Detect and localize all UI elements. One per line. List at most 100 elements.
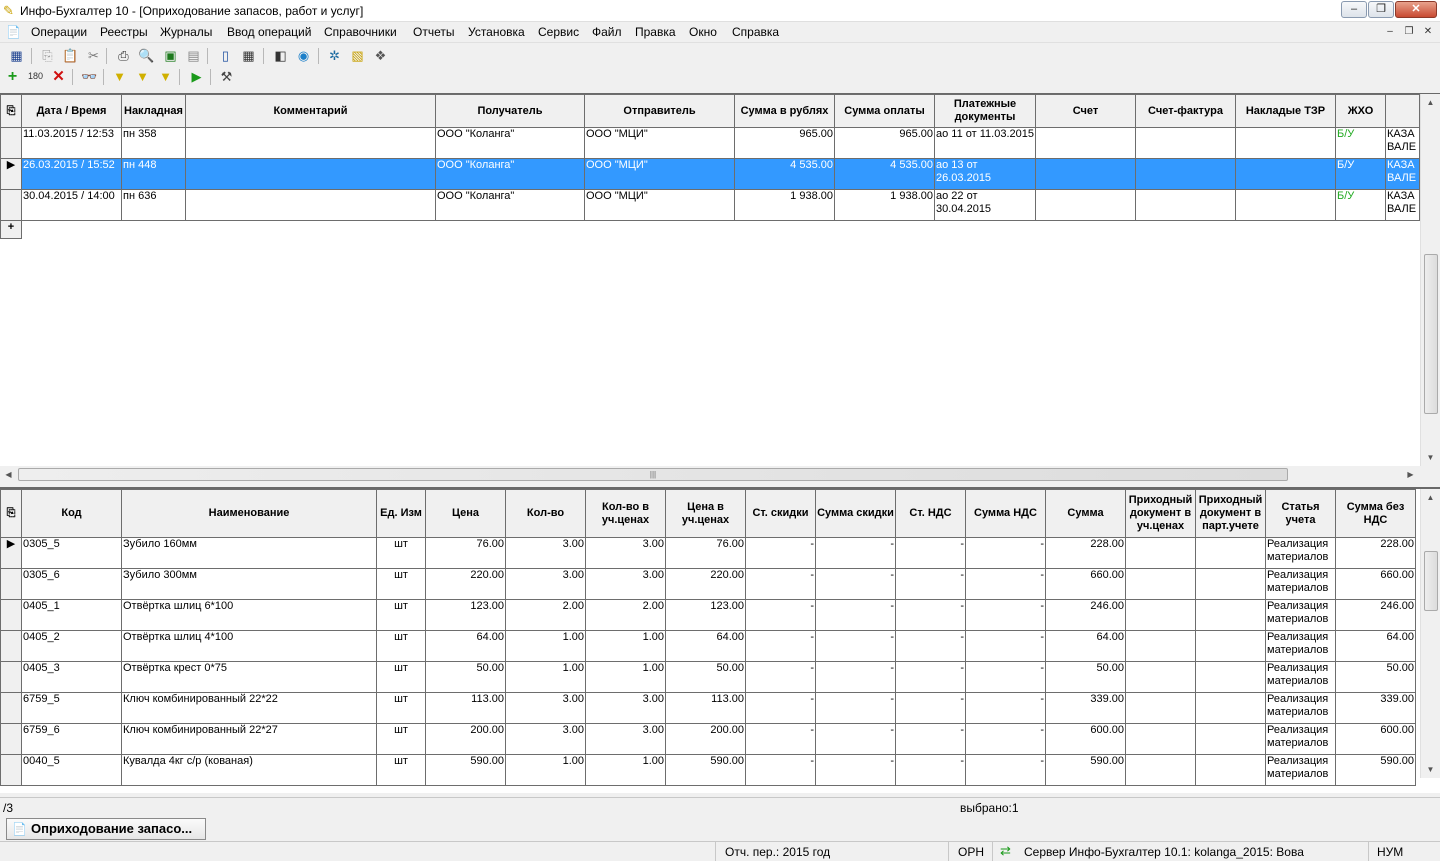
table-row-selected[interactable]: ▶ 26.03.2015 / 15:52 пн 448 ООО "Коланга… — [0, 158, 1420, 190]
column-header[interactable]: Сумма скидки — [815, 489, 896, 538]
table-row[interactable]: ▶ 0305_5 Зубило 160мм шт 76.00 3.00 3.00 76.00-… — [0, 537, 1416, 569]
restore-button[interactable]: ❐ — [1368, 1, 1394, 18]
table-row[interactable]: 0305_6 Зубило 300мм шт 220.00 3.00 3.00 220.00… — [0, 568, 1416, 600]
table-row[interactable]: 0040_5 Кувалда 4кг с/р (кованая) шт 590.00 1… — [0, 754, 1416, 786]
menu-operations[interactable]: Операции — [31, 25, 87, 39]
binoculars-icon[interactable]: 👓 — [80, 67, 99, 86]
new-row-marker[interactable]: + — [0, 220, 22, 239]
column-header[interactable]: Кол-во в уч.ценах — [585, 489, 666, 538]
column-header[interactable]: Получатель — [435, 94, 585, 128]
table-row[interactable]: 0405_2 Отвёртка шлиц 4*100 шт 64.00 1.00 1.00… — [0, 630, 1416, 662]
mdi-restore-icon[interactable]: ❐ — [1401, 25, 1417, 39]
column-header[interactable]: Кол-во — [505, 489, 586, 538]
filter-edit-icon[interactable]: ▼ — [133, 67, 152, 86]
column-header[interactable]: Ст. скидки — [745, 489, 816, 538]
add-icon[interactable]: + — [3, 67, 22, 86]
column-header[interactable]: Приходный документ в уч.ценах — [1125, 489, 1196, 538]
column-header[interactable]: Счет — [1035, 94, 1136, 128]
vertical-scrollbar[interactable]: ▲ ▼ — [1420, 94, 1440, 466]
calendar-icon[interactable]: ▯ — [216, 46, 235, 65]
run-icon[interactable]: ▶ — [187, 67, 206, 86]
settings-icon[interactable]: ✲ — [325, 46, 344, 65]
items-grid[interactable]: ⎘ Код Наименование Ед. Изм Цена Кол-во К… — [0, 487, 1440, 793]
table-row[interactable]: 0405_3 Отвёртка крест 0*75 шт 50.00 1.00 1.00… — [0, 661, 1416, 693]
row-indicator[interactable] — [0, 599, 22, 631]
rotate-180-icon[interactable]: 180 — [26, 67, 45, 86]
cut-icon[interactable]: ✂ — [84, 46, 103, 65]
menu-edit[interactable]: Правка — [635, 25, 676, 39]
menu-file[interactable]: Файл — [592, 25, 622, 39]
refresh-icon[interactable]: ◉ — [294, 46, 313, 65]
column-header[interactable]: Цена — [425, 489, 506, 538]
scroll-down-icon[interactable]: ▼ — [1422, 761, 1439, 778]
mdi-minimize-icon[interactable]: – — [1382, 25, 1398, 39]
column-header[interactable]: Статья учета — [1265, 489, 1336, 538]
column-header[interactable]: Комментарий — [185, 94, 436, 128]
column-header[interactable]: ЖХО — [1335, 94, 1386, 128]
column-header[interactable]: Накладые ТЗР — [1235, 94, 1336, 128]
paste-icon[interactable]: 📋 — [61, 46, 80, 65]
calculator-icon[interactable]: ▦ — [239, 46, 258, 65]
row-indicator[interactable] — [0, 127, 22, 159]
invoices-grid[interactable]: ⎘ Дата / Время Накладная Комментарий Пол… — [0, 93, 1440, 483]
row-pointer-icon[interactable]: ▶ — [0, 537, 22, 569]
row-indicator[interactable] — [0, 568, 22, 600]
menu-references[interactable]: Справочники — [324, 25, 397, 39]
column-header[interactable]: Платежные документы — [934, 94, 1036, 128]
column-header[interactable]: Цена в уч.ценах — [665, 489, 746, 538]
column-header[interactable]: Сумма без НДС — [1335, 489, 1416, 538]
row-indicator[interactable] — [0, 189, 22, 221]
menu-registers[interactable]: Реестры — [100, 25, 148, 39]
column-header[interactable]: Приходный документ в парт.учете — [1195, 489, 1266, 538]
column-header[interactable]: Наименование — [121, 489, 377, 538]
column-header[interactable]: Ст. НДС — [895, 489, 966, 538]
horizontal-scrollbar[interactable]: ◀ ||| ▶ — [0, 466, 1440, 483]
print-icon[interactable]: ⎙ — [114, 46, 133, 65]
column-header[interactable]: Накладная — [121, 94, 186, 128]
column-header[interactable]: Сумма НДС — [965, 489, 1046, 538]
scroll-left-icon[interactable]: ◀ — [0, 466, 17, 483]
export-icon[interactable]: ▤ — [184, 46, 203, 65]
row-indicator[interactable] — [0, 754, 22, 786]
window-tab[interactable]: 📄 Оприходование запасо... — [6, 818, 206, 840]
disk-icon[interactable]: ◧ — [271, 46, 290, 65]
tools-icon[interactable]: ⚒ — [217, 67, 236, 86]
delete-icon[interactable]: ✕ — [49, 67, 68, 86]
column-header[interactable]: Счет-фактура — [1135, 94, 1236, 128]
menu-window[interactable]: Окно — [689, 25, 717, 39]
document-icon[interactable]: 📄 — [6, 25, 21, 39]
row-indicator[interactable] — [0, 723, 22, 755]
table-row[interactable]: 0405_1 Отвёртка шлиц 6*100 шт 123.00 2.00 2.0… — [0, 599, 1416, 631]
table-row[interactable]: 11.03.2015 / 12:53 пн 358 ООО "Коланга" … — [0, 127, 1420, 159]
column-header[interactable]: Ед. Изм — [376, 489, 426, 538]
image-icon[interactable]: ▧ — [348, 46, 367, 65]
copy-icon[interactable]: ⎘ — [38, 46, 57, 65]
menu-journals[interactable]: Журналы — [160, 25, 212, 39]
menu-settings[interactable]: Установка — [468, 25, 525, 39]
table-row[interactable]: 6759_6 Ключ комбинированный 22*27 шт 200.00… — [0, 723, 1416, 755]
form-icon[interactable]: ▦ — [7, 46, 26, 65]
table-row[interactable]: 6759_5 Ключ комбинированный 22*22 шт 113.00… — [0, 692, 1416, 724]
menu-reports[interactable]: Отчеты — [413, 25, 454, 39]
grid-settings-icon[interactable]: ⎘ — [0, 94, 22, 128]
scroll-up-icon[interactable]: ▲ — [1422, 489, 1439, 506]
scroll-thumb[interactable] — [1424, 254, 1438, 414]
row-indicator[interactable] — [0, 630, 22, 662]
column-header[interactable]: Сумма оплаты — [834, 94, 935, 128]
menu-enter-operations[interactable]: Ввод операций — [227, 25, 311, 39]
network-icon[interactable]: ❖ — [371, 46, 390, 65]
grid-settings-icon[interactable]: ⎘ — [0, 489, 22, 538]
scroll-thumb[interactable] — [1424, 551, 1438, 611]
menu-service[interactable]: Сервис — [538, 25, 579, 39]
column-header[interactable] — [1385, 94, 1420, 128]
row-pointer-icon[interactable]: ▶ — [0, 158, 22, 190]
column-header[interactable]: Отправитель — [584, 94, 735, 128]
column-header[interactable]: Дата / Время — [21, 94, 122, 128]
mdi-close-icon[interactable]: ✕ — [1420, 25, 1436, 39]
preview-icon[interactable]: 🔍 — [137, 46, 156, 65]
scroll-right-icon[interactable]: ▶ — [1402, 466, 1419, 483]
column-header[interactable]: Сумма в рублях — [734, 94, 835, 128]
scroll-thumb[interactable]: ||| — [18, 468, 1288, 481]
menu-help[interactable]: Справка — [732, 25, 779, 39]
column-header[interactable]: Сумма — [1045, 489, 1126, 538]
